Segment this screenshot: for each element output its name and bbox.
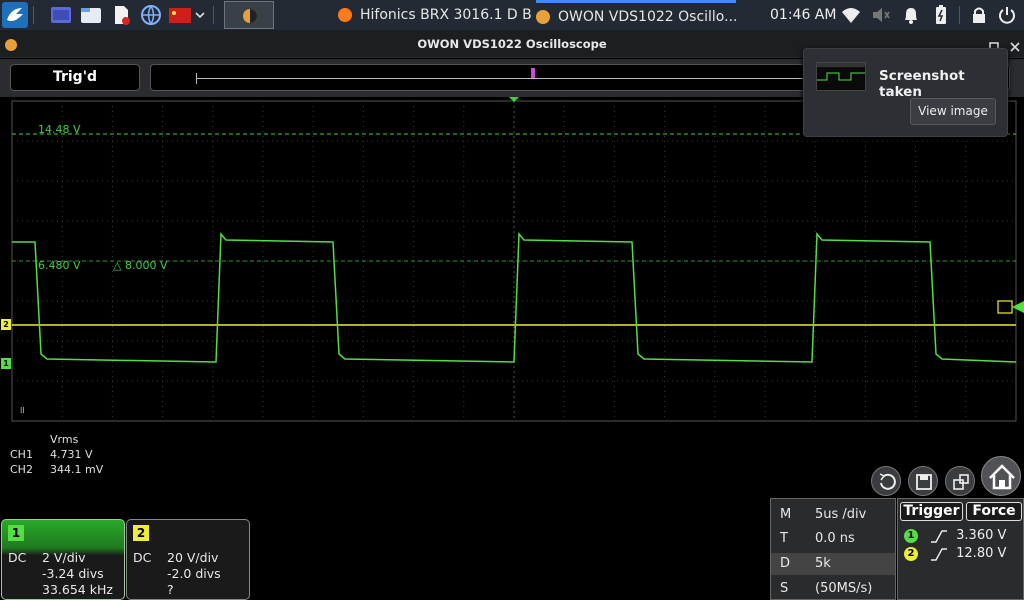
export-icon: [953, 474, 969, 490]
home-button[interactable]: [981, 456, 1021, 496]
chevron-down-icon[interactable]: [194, 4, 206, 26]
ch1-offset-marker[interactable]: 1: [1, 358, 11, 369]
scope-display[interactable]: 14.48 V 6.480 V △ 8.000 V 2 1 II: [0, 97, 1024, 425]
rising-edge-icon: [931, 548, 947, 561]
timebase-key: M: [780, 507, 792, 522]
timebase-value: 0.0 ns: [815, 531, 855, 546]
notification-title: Screenshot taken: [879, 68, 965, 100]
save-icon: [916, 474, 932, 490]
timebase-key: T: [780, 531, 788, 546]
ch2-scale: 20 V/div: [167, 550, 219, 565]
ch1-trigger-level[interactable]: 1 3.360 V: [904, 527, 1006, 545]
document-icon[interactable]: [110, 4, 132, 26]
task-label: Hifonics BRX 3016.1 D B...: [360, 7, 533, 23]
view-image-button[interactable]: View image: [910, 98, 996, 125]
owon-app-icon: [536, 9, 550, 24]
save-button[interactable]: [908, 466, 938, 496]
measurement-label: CH2: [10, 463, 33, 476]
export-button[interactable]: [945, 466, 975, 496]
screen: Hifonics BRX 3016.1 D B... OWON VDS1022 …: [0, 0, 1024, 600]
measurement-row: CH2 344.1 mV: [10, 462, 103, 477]
ch2-number: 2: [133, 525, 149, 541]
timebase-value: 5k: [815, 556, 831, 571]
ch1-trigger-marker: [1012, 301, 1024, 313]
ch1-trigger-value: 3.360 V: [956, 528, 1007, 543]
timebase-panel: M 5us /div T 0.0 ns D 5k S (50MS/s): [770, 498, 896, 600]
measurement-readout: Vrms CH1 4.731 V CH2 344.1 mV: [10, 432, 103, 477]
wifi-icon[interactable]: [840, 4, 862, 26]
flag-icon[interactable]: [168, 4, 192, 26]
firefox-icon: [338, 8, 352, 22]
ch1-frequency: 33.654 kHz: [42, 582, 113, 597]
ch2-offset-marker[interactable]: 2: [1, 319, 11, 330]
screenshot-notification[interactable]: Screenshot taken View image: [803, 48, 1008, 137]
undo-icon: [879, 473, 896, 490]
home-icon: [989, 464, 1015, 490]
folder-icon[interactable]: [80, 4, 102, 26]
measurement-value: 4.731 V: [50, 448, 93, 461]
ch2-coupling: DC: [133, 550, 152, 565]
ch1-settings: DC 2 V/div -3.24 divs 33.654 kHz: [8, 550, 113, 598]
files-icon[interactable]: [50, 4, 72, 26]
upper-cursor-label: 14.48 V: [38, 123, 81, 136]
measurement-row: CH1 4.731 V: [10, 447, 103, 462]
ch2-trigger-level[interactable]: 2 12.80 V: [904, 545, 1006, 563]
bell-icon[interactable]: [900, 4, 922, 26]
ch2-trigger-badge: 2: [904, 546, 918, 561]
timebase-value: 5us /div: [815, 507, 867, 522]
depth-row[interactable]: D 5k: [771, 553, 895, 575]
task-owon[interactable]: OWON VDS1022 Oscillo...: [536, 0, 736, 30]
separator: [213, 6, 214, 24]
volume-icon[interactable]: [870, 4, 892, 26]
battery-icon[interactable]: [930, 4, 952, 26]
globe-icon[interactable]: [140, 4, 162, 26]
measurement-header: Vrms: [50, 433, 79, 446]
trigger-offset-row[interactable]: T 0.0 ns: [771, 528, 895, 550]
corner-mark: II: [20, 406, 25, 415]
ch1-card[interactable]: 1 DC 2 V/div -3.24 divs 33.654 kHz: [1, 519, 125, 600]
timebase-key: D: [780, 556, 791, 571]
ch1-trigger-badge: 1: [904, 528, 918, 543]
power-icon[interactable]: [996, 4, 1018, 26]
sample-rate-row[interactable]: S (50MS/s): [771, 578, 895, 600]
trigger-status: Trig'd: [10, 64, 140, 91]
ch1-coupling: DC: [8, 550, 27, 565]
screenshot-thumbnail[interactable]: [816, 62, 866, 91]
force-button[interactable]: Force: [966, 502, 1022, 521]
ch2-offset: -2.0 divs: [167, 566, 221, 581]
timebase-row[interactable]: M 5us /div: [771, 504, 895, 526]
ch2-trigger-marker: [997, 300, 1013, 314]
launcher-icon[interactable]: [2, 2, 28, 28]
close-icon[interactable]: [1009, 38, 1021, 52]
trigger-panel: Trigger Force 1 3.360 V 2 12.80 V: [897, 498, 1024, 600]
ch2-trigger-value: 12.80 V: [956, 546, 1007, 561]
trigger-button[interactable]: Trigger: [900, 502, 963, 521]
timebar-line: [196, 78, 809, 79]
clock[interactable]: 01:46 AM: [770, 0, 836, 30]
ch1-scale: 2 V/div: [42, 550, 86, 565]
rising-edge-icon: [931, 530, 947, 543]
taskbar: Hifonics BRX 3016.1 D B... OWON VDS1022 …: [0, 0, 1024, 30]
task-label: OWON VDS1022 Oscillo...: [558, 8, 736, 25]
separator: [33, 6, 34, 24]
lower-cursor-label: 6.480 V: [38, 259, 81, 272]
measurement-label: CH1: [10, 448, 33, 461]
separator: [959, 6, 960, 24]
ch2-card[interactable]: 2 DC 20 V/div -2.0 divs ?: [126, 519, 250, 600]
owon-taskbar-button[interactable]: [224, 1, 274, 29]
ch2-settings: DC 20 V/div -2.0 divs ?: [133, 550, 221, 598]
ch1-number: 1: [8, 525, 24, 541]
ch2-frequency: ?: [167, 582, 174, 597]
timebase-value: (50MS/s): [815, 581, 873, 596]
undo-button[interactable]: [871, 466, 901, 496]
lock-icon[interactable]: [968, 4, 990, 26]
ch1-offset: -3.24 divs: [42, 566, 104, 581]
cursor-delta-label: △ 8.000 V: [113, 259, 168, 272]
measurement-value: 344.1 mV: [50, 463, 104, 476]
task-firefox[interactable]: Hifonics BRX 3016.1 D B...: [338, 0, 533, 30]
trigger-position-marker[interactable]: [531, 68, 535, 78]
timebase-key: S: [780, 581, 789, 596]
